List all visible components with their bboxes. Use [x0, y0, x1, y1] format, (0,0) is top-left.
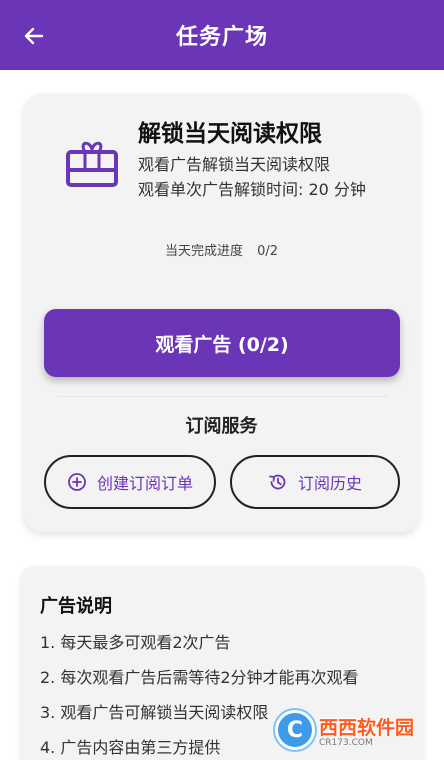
page-title: 任务广场 [175, 25, 268, 50]
watermark-sub-text: CR173.COM [319, 737, 373, 748]
add-circle-icon [68, 473, 86, 491]
ad-info-title: 广告说明 [40, 596, 112, 617]
gift-box-icon [66, 141, 118, 187]
list-item: 1. 每天最多可观看2次广告 [40, 633, 231, 652]
watermark-logo: C [275, 710, 315, 750]
unlock-card: 解锁当天阅读权限 观看广告解锁当天阅读权限 观看单次广告解锁时间: 20 分钟 … [24, 94, 419, 532]
back-button[interactable] [18, 20, 50, 52]
create-subscription-button[interactable]: 创建订阅订单 [44, 455, 216, 509]
unlock-duration-text: 观看单次广告解锁时间: 20 分钟 [138, 180, 366, 199]
progress-label: 当天完成进度 [164, 244, 243, 259]
arrow-left-icon [24, 27, 44, 45]
daily-progress: 当天完成进度 0/2 [24, 240, 419, 259]
history-icon [269, 474, 286, 490]
unlock-title: 解锁当天阅读权限 [138, 121, 322, 147]
unlock-description: 观看广告解锁当天阅读权限 [138, 155, 331, 174]
subscription-title: 订阅服务 [185, 416, 258, 437]
watermark: C 西西软件园 CR173.COM [275, 706, 425, 754]
create-subscription-label: 创建订阅订单 [96, 474, 193, 493]
watermark-text: 西西软件园 CR173.COM [319, 713, 414, 748]
divider [58, 396, 388, 397]
list-item: 2. 每次观看广告后需等待2分钟才能再次观看 [40, 668, 359, 687]
top-app-bar: 任务广场 [0, 0, 444, 70]
subscription-history-button[interactable]: 订阅历史 [230, 455, 400, 509]
progress-value: 0/2 [257, 244, 279, 259]
subscription-history-label: 订阅历史 [297, 474, 362, 493]
watch-ad-button[interactable]: 观看广告 (0/2) [44, 309, 400, 377]
watermark-main-text: 西西软件园 [319, 716, 415, 739]
